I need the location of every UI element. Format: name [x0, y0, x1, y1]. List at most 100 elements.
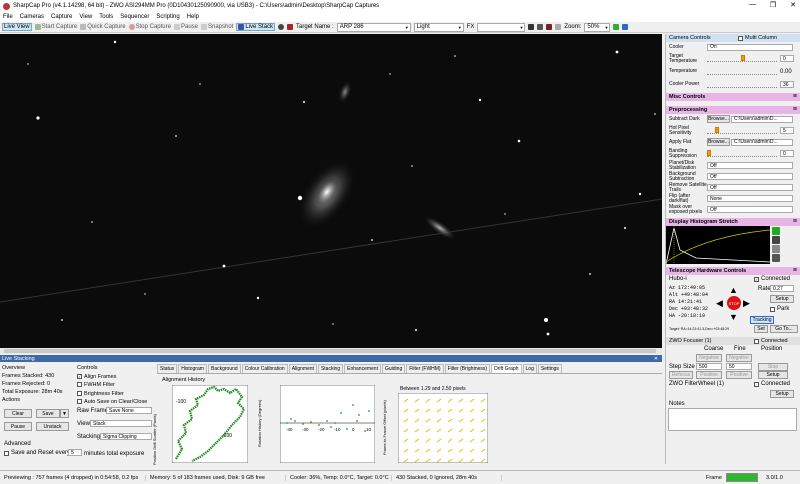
tab-colour-calibration[interactable]: Colour Calibration — [241, 364, 288, 373]
focuser-header[interactable]: ZWO Focuser (1) Connected — [666, 337, 800, 345]
target-temp-input[interactable]: 0 — [780, 55, 794, 62]
lock-icon[interactable] — [772, 254, 780, 262]
color-icon[interactable] — [546, 24, 553, 30]
menu-cameras[interactable]: Cameras — [20, 14, 44, 20]
hot-pixel-slider[interactable] — [707, 127, 777, 134]
crosshair-icon[interactable] — [555, 24, 562, 30]
tab-filter-fwhm[interactable]: Filter (FWHM) — [406, 364, 444, 373]
tab-guiding[interactable]: Guiding — [381, 364, 406, 373]
fwhm-filter-checkbox[interactable]: FWHM Filter — [77, 381, 155, 390]
save-reset-input[interactable]: 5 — [68, 449, 82, 456]
filterwheel-setup-button[interactable]: Setup — [770, 390, 794, 398]
tab-status[interactable]: Status — [157, 364, 178, 373]
browse-dark-button[interactable]: Browse... — [707, 115, 730, 123]
record-icon[interactable] — [287, 24, 294, 30]
flat-path-select[interactable]: C:\Users\admin\D... — [731, 138, 793, 146]
tab-histogram[interactable]: Histogram — [178, 364, 207, 373]
snapshot-button[interactable]: Snapshot — [201, 24, 233, 30]
focuser-setup-button[interactable]: Setup — [758, 371, 788, 379]
close-icon[interactable]: ✕ — [654, 356, 658, 362]
histogram-header[interactable]: Display Histogram Stretch ≡ — [666, 218, 800, 226]
misc-controls-header[interactable]: Misc Controls ≡ — [666, 93, 800, 101]
live-stack-button[interactable]: Live Stack — [236, 23, 276, 31]
telescope-header[interactable]: Telescope Hardware Controls ≡ — [666, 267, 800, 275]
tab-stacking[interactable]: Stacking — [317, 364, 344, 373]
arrow-right-icon[interactable]: ▶ — [743, 298, 750, 309]
tab-settings[interactable]: Settings — [537, 364, 562, 373]
menu-icon[interactable]: ≡ — [793, 267, 797, 275]
menu-icon[interactable]: ≡ — [793, 218, 797, 226]
histogram-icon[interactable] — [528, 24, 535, 30]
notes-textarea[interactable] — [668, 408, 797, 431]
goto-button[interactable]: Go To... — [770, 325, 798, 333]
menu-file[interactable]: File — [3, 14, 13, 20]
fine-positive-button[interactable]: Positive — [726, 371, 752, 379]
stop-slew-button[interactable]: STOP — [727, 296, 741, 310]
save-button[interactable]: Save — [36, 409, 60, 418]
banding-slider[interactable] — [707, 150, 777, 157]
tab-drift-graph[interactable]: Drift Graph — [491, 364, 522, 373]
menu-capture[interactable]: Capture — [51, 14, 72, 20]
close-icon[interactable]: ✕ — [790, 1, 796, 9]
chart-icon[interactable] — [613, 24, 620, 30]
telescope-setup-button[interactable]: Setup — [770, 295, 794, 303]
start-capture-button[interactable]: Start Capture — [34, 24, 77, 30]
save-reset-checkbox[interactable]: Save and Reset every — [4, 450, 70, 456]
unstack-button[interactable]: Unstack — [36, 422, 69, 431]
fine-step-input[interactable]: 50 — [726, 363, 752, 370]
tab-enhancement[interactable]: Enhancement — [344, 364, 381, 373]
minimize-icon[interactable]: — — [749, 1, 756, 9]
coarse-positive-button[interactable]: Positive — [696, 371, 722, 379]
save-options-button[interactable]: ▼ — [60, 409, 69, 418]
menu-scripting[interactable]: Scripting — [156, 14, 179, 20]
gear-icon[interactable] — [772, 245, 780, 253]
restore-icon[interactable]: ❐ — [770, 1, 776, 9]
image-viewer[interactable] — [0, 34, 662, 350]
preprocessing-header[interactable]: Preprocessing ≡ — [666, 106, 800, 114]
target-temp-slider[interactable] — [707, 55, 777, 62]
align-frames-checkbox[interactable]: ✓ Align Frames — [77, 373, 155, 382]
raw-frames-select[interactable]: Save None — [106, 407, 152, 414]
fine-negative-button[interactable]: Negative — [726, 354, 752, 362]
histogram-plot[interactable] — [665, 226, 771, 265]
reset-icon[interactable] — [772, 236, 780, 244]
dark-path-select[interactable]: C:\Users\admin\D... — [731, 115, 793, 123]
menu-view[interactable]: View — [79, 14, 92, 20]
menu-help[interactable]: Help — [187, 14, 199, 20]
focuser-stop-button[interactable]: Stop — [758, 363, 788, 371]
menu-icon[interactable]: ≡ — [793, 93, 797, 101]
auto-save-checkbox[interactable]: Auto Save on Clear/Close — [77, 398, 155, 407]
brightness-filter-checkbox[interactable]: Brightness Filter — [77, 390, 155, 399]
horizontal-scrollbar[interactable] — [0, 348, 662, 354]
focuser-connected-checkbox[interactable]: Connected — [754, 338, 788, 344]
clear-button[interactable]: Clear — [4, 409, 32, 418]
telescope-connected-checkbox[interactable]: ✓ Connected — [754, 276, 790, 282]
menu-sequencer[interactable]: Sequencer — [120, 14, 149, 20]
stacking-select[interactable]: Sigma Clipping — [100, 433, 152, 440]
menu-icon[interactable]: ≡ — [793, 106, 797, 114]
live-view-button[interactable]: Live View — [2, 23, 32, 31]
coarse-negative-button[interactable]: Negative — [696, 354, 722, 362]
menu-tools[interactable]: Tools — [99, 14, 113, 20]
tab-background[interactable]: Background — [207, 364, 241, 373]
quick-capture-button[interactable]: Quick Capture — [80, 24, 126, 30]
zoom-select[interactable]: 50% ▼ — [584, 22, 611, 32]
park-checkbox[interactable]: Park — [770, 306, 789, 312]
arrow-up-icon[interactable]: ▲ — [729, 285, 738, 295]
target-name-input[interactable]: ARP 286 ▼ — [336, 22, 411, 32]
tracking-button[interactable]: Tracking — [750, 316, 774, 324]
refocus-button[interactable]: Refocus — [669, 371, 693, 379]
settings-icon[interactable] — [278, 24, 285, 30]
arrow-left-icon[interactable]: ◀ — [716, 298, 723, 309]
multi-column-checkbox[interactable]: Multi Column — [738, 35, 777, 41]
rate-select[interactable]: 0.27 — [770, 285, 794, 292]
tab-log[interactable]: Log — [522, 364, 537, 373]
browse-flat-button[interactable]: Browse... — [707, 138, 730, 146]
frame-type-select[interactable]: Light ▼ — [413, 22, 464, 32]
pause-button[interactable]: Pause — [173, 24, 198, 30]
coarse-step-input[interactable]: 500 — [696, 363, 722, 370]
set-target-button[interactable]: Set — [754, 325, 768, 333]
scrollbar-thumb[interactable] — [4, 349, 656, 353]
tab-alignment[interactable]: Alignment — [288, 364, 317, 373]
view-select[interactable]: Stack — [90, 420, 152, 427]
